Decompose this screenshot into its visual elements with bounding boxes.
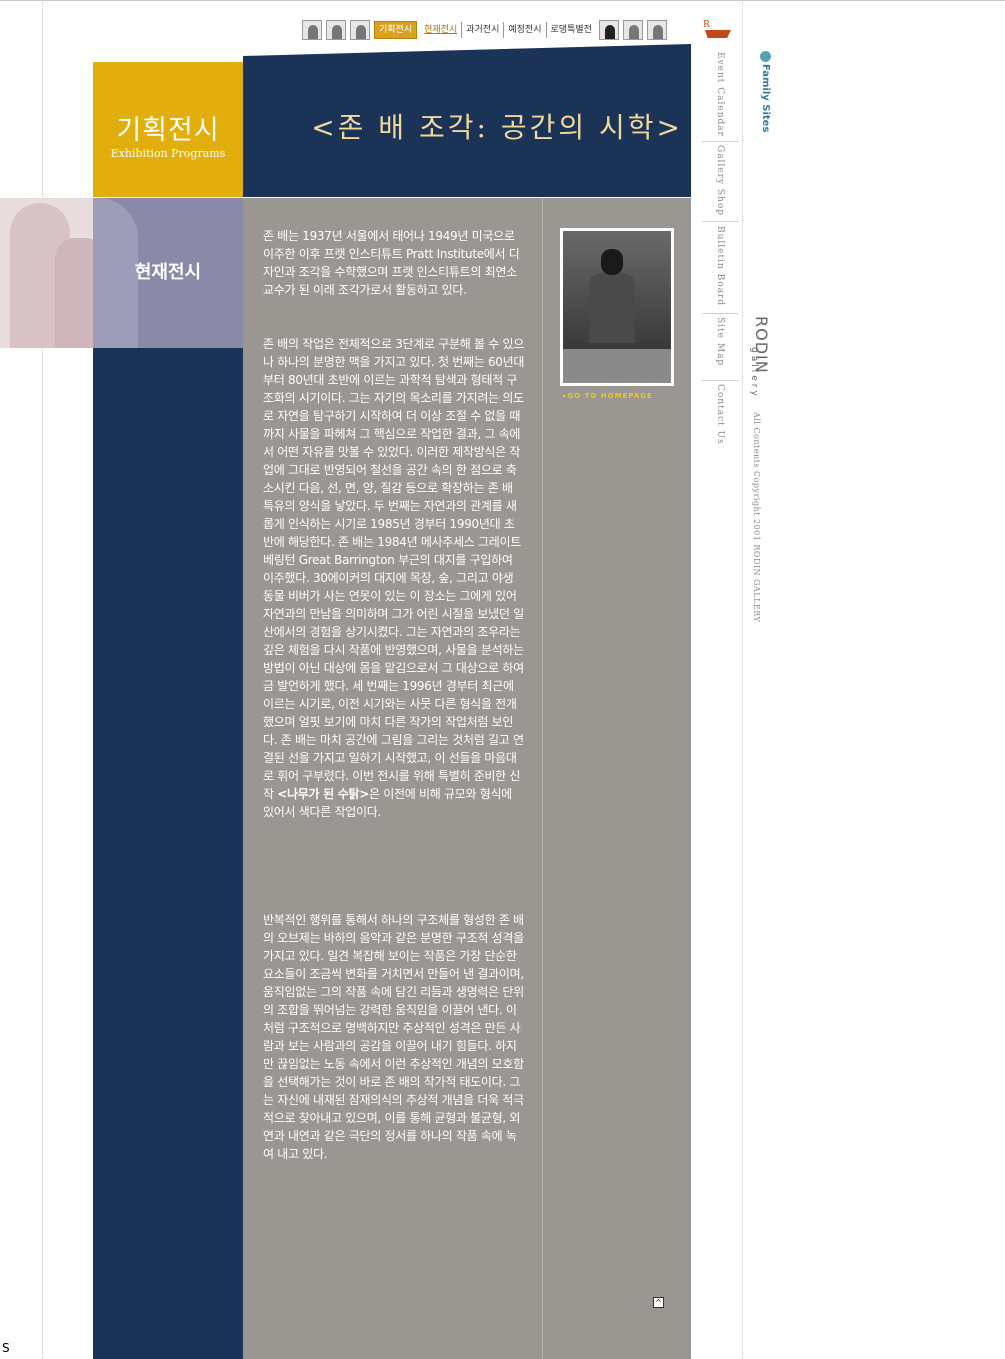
section-title-ko: 기획전시	[116, 115, 220, 146]
left-navy-column	[93, 348, 243, 1359]
sculpture-icon-4[interactable]	[598, 20, 619, 40]
tab-upcoming[interactable]: 예정전시	[504, 22, 547, 38]
nav-separator	[702, 141, 738, 142]
sculpture-icon-6[interactable]	[646, 20, 667, 40]
rodin-gallery-logo-sub: gallery	[749, 347, 759, 399]
current-exhibition-label: 현재전시	[134, 262, 202, 283]
nav-separator	[702, 313, 738, 314]
sculpture-icon-5[interactable]	[622, 20, 643, 40]
artwork-title: <나무가 된 수탉>	[277, 787, 369, 801]
nav-site-map[interactable]: Site Map	[702, 317, 738, 377]
frame-right-line	[742, 0, 743, 1359]
top-nav: 기획전시 현재전시 과거전시 예정전시 로댕특별전	[302, 19, 671, 41]
sculpture-icon-1[interactable]	[302, 20, 322, 40]
frame-top-line	[0, 0, 1005, 1]
tab-past[interactable]: 과거전시	[462, 22, 505, 38]
paragraph-intro: 존 배는 1937년 서울에서 태어나 1949년 미국으로 이주한 이후 프랫…	[263, 229, 520, 297]
tab-current[interactable]: 현재전시	[420, 22, 463, 38]
go-to-homepage-link[interactable]: ▸GO TO HOMEPAGE	[563, 392, 653, 400]
exhibition-title: <존 배 조각: 공간의 시학>	[311, 111, 683, 144]
scroll-top-button[interactable]: ^	[653, 1297, 664, 1308]
nav-bulletin-board[interactable]: Bulletin Board	[702, 226, 738, 310]
nav-gallery-shop[interactable]: Gallery Shop	[702, 145, 738, 219]
content-divider	[542, 198, 543, 1359]
paragraph-phases: 존 배의 작업은 전체적으로 3단계로 구분해 볼 수 있으나 하나의 분명한 …	[263, 335, 525, 821]
section-title-en: Exhibition Programs	[110, 147, 226, 160]
paragraph-phases-text: 존 배의 작업은 전체적으로 3단계로 구분해 볼 수 있으나 하나의 분명한 …	[263, 337, 525, 801]
tab-rodin-special[interactable]: 로댕특별전	[547, 22, 596, 38]
status-text: S	[2, 1341, 10, 1355]
family-sites-link[interactable]: Family Sites	[760, 64, 771, 132]
rodin-boat-logo[interactable]: R	[703, 20, 731, 40]
nav-separator	[702, 221, 738, 222]
sculpture-icon-2[interactable]	[326, 20, 346, 40]
family-sites-icon[interactable]	[760, 51, 771, 62]
nav-contact-us[interactable]: Contact Us	[702, 384, 738, 448]
nav-event-calendar[interactable]: Event Calendar	[702, 52, 738, 140]
tab-exhibition-programs[interactable]: 기획전시	[374, 21, 418, 39]
paragraph-structure: 반복적인 행위를 통해서 하나의 구조체를 형성한 존 배의 오브제는 바하의 …	[263, 913, 524, 1161]
artist-photo	[560, 228, 674, 386]
go-to-homepage-label: GO TO HOMEPAGE	[567, 392, 653, 400]
sculpture-icon-3[interactable]	[350, 20, 370, 40]
nav-separator	[702, 380, 738, 381]
left-decor-photo	[0, 198, 93, 348]
copyright-text: All Contents Copyright 2001 RODIN GALLER…	[752, 412, 761, 623]
